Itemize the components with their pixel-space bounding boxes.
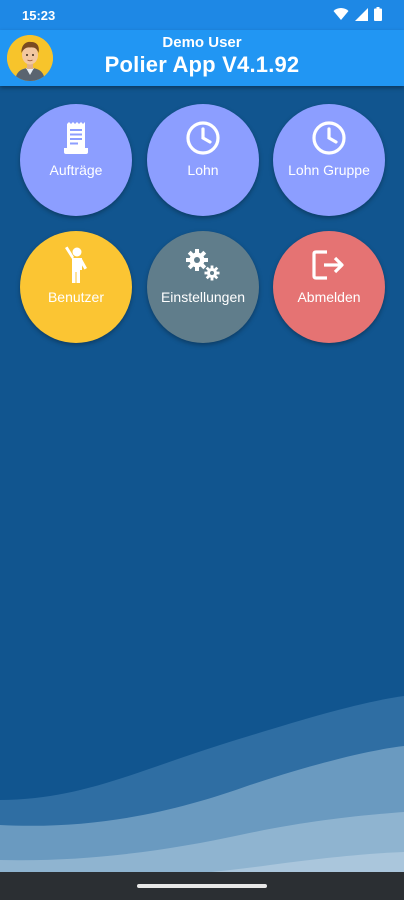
menu-label: Lohn Gruppe [288, 162, 370, 178]
app-screen: 15:23 Demo User Polier App V4.1.92 Auftr… [0, 0, 404, 900]
menu-button-lohn-gruppe[interactable]: Lohn Gruppe [273, 104, 385, 216]
clock-icon [309, 118, 349, 158]
signal-icon [355, 7, 368, 21]
menu-label: Einstellungen [160, 289, 246, 305]
menu-label: Lohn [187, 162, 219, 178]
wifi-icon [333, 7, 349, 21]
menu-button-benutzer[interactable]: Benutzer [20, 231, 132, 343]
gears-icon [183, 245, 223, 285]
logout-icon [309, 245, 349, 285]
person-waving-icon [56, 245, 96, 285]
status-icons [333, 7, 382, 21]
system-nav-bar [0, 872, 404, 900]
battery-icon [374, 7, 382, 21]
menu-button-auftraege[interactable]: Aufträge [20, 104, 132, 216]
document-icon [56, 118, 96, 158]
user-name: Demo User [162, 34, 242, 51]
menu-label: Aufträge [49, 162, 103, 178]
status-bar: 15:23 [0, 0, 404, 30]
background-waves [0, 696, 404, 900]
menu-button-lohn[interactable]: Lohn [147, 104, 259, 216]
app-title: Polier App V4.1.92 [104, 52, 300, 77]
menu-label: Abmelden [297, 289, 361, 305]
status-time: 15:23 [22, 8, 56, 23]
menu-label: Benutzer [47, 289, 105, 305]
menu-button-einstellungen[interactable]: Einstellungen [147, 231, 259, 343]
menu-button-abmelden[interactable]: Abmelden [273, 231, 385, 343]
home-gesture-handle[interactable] [137, 884, 267, 888]
app-header: Demo User Polier App V4.1.92 [0, 30, 404, 86]
clock-icon [183, 118, 223, 158]
